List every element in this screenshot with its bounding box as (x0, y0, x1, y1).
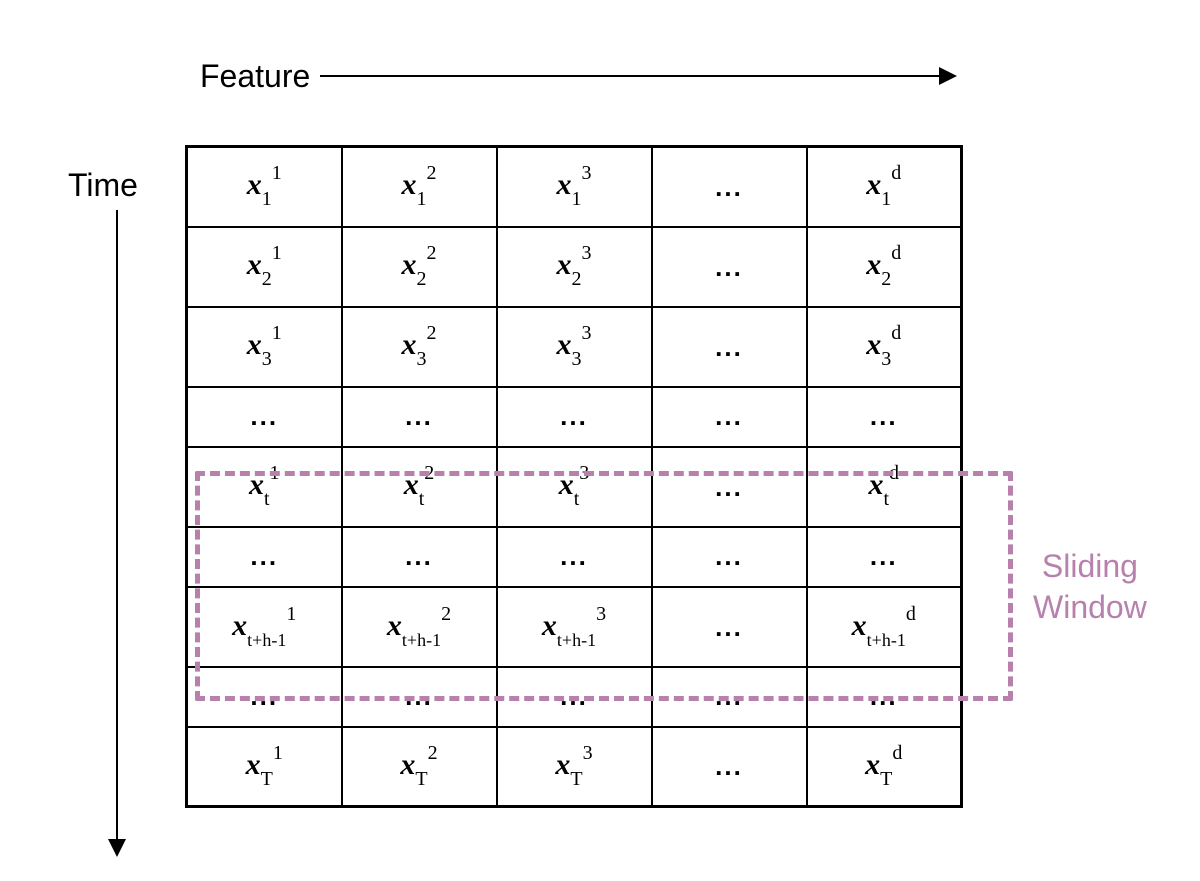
matrix-cell: x31 (187, 307, 342, 387)
matrix-cell: xT1 (187, 727, 342, 807)
matrix-cell: x1d (807, 147, 962, 227)
matrix-row: x11x12x13...x1d (187, 147, 962, 227)
matrix-cell: xt+h-12 (342, 587, 497, 667)
matrix-cell-dots: ... (807, 527, 962, 587)
matrix-row: xt1xt2xt3...xtd (187, 447, 962, 527)
matrix-cell: ... (652, 447, 807, 527)
matrix-cell: x33 (497, 307, 652, 387)
sliding-window-label-line1: Sliding (1042, 548, 1138, 584)
matrix-cell: ... (652, 727, 807, 807)
matrix-row: xT1xT2xT3...xTd (187, 727, 962, 807)
matrix-cell: x11 (187, 147, 342, 227)
matrix-cell: x13 (497, 147, 652, 227)
matrix-cell-dots: ... (342, 527, 497, 587)
time-axis-arrow (116, 210, 118, 855)
sliding-window-label: Sliding Window (1033, 546, 1147, 629)
matrix-cell: xt+h-11 (187, 587, 342, 667)
feature-axis-label: Feature (200, 58, 310, 95)
matrix-cell-dots: ... (497, 387, 652, 447)
matrix-cell-dots: ... (807, 667, 962, 727)
matrix-cell: x23 (497, 227, 652, 307)
matrix-cell-dots: ... (187, 527, 342, 587)
matrix-cell: xt1 (187, 447, 342, 527)
matrix-cell-dots: ... (652, 387, 807, 447)
data-matrix: x11x12x13...x1dx21x22x23...x2dx31x32x33.… (185, 145, 963, 808)
matrix-cell-dots: ... (187, 387, 342, 447)
matrix-row: x21x22x23...x2d (187, 227, 962, 307)
time-axis-label: Time (68, 167, 138, 204)
matrix-row: ............... (187, 387, 962, 447)
matrix-cell: x21 (187, 227, 342, 307)
matrix-row: ............... (187, 527, 962, 587)
matrix-cell: xt+h-13 (497, 587, 652, 667)
matrix-cell-dots: ... (652, 527, 807, 587)
matrix-cell-dots: ... (807, 387, 962, 447)
matrix-cell: xT2 (342, 727, 497, 807)
matrix-cell: xt2 (342, 447, 497, 527)
matrix-cell: ... (652, 307, 807, 387)
matrix-cell: x32 (342, 307, 497, 387)
matrix-cell: x22 (342, 227, 497, 307)
matrix-cell-dots: ... (497, 667, 652, 727)
matrix-cell-dots: ... (187, 667, 342, 727)
matrix-cell: xtd (807, 447, 962, 527)
matrix-cell: x3d (807, 307, 962, 387)
matrix-cell-dots: ... (652, 667, 807, 727)
matrix-cell: xt3 (497, 447, 652, 527)
matrix-cell: ... (652, 147, 807, 227)
matrix-cell-dots: ... (497, 527, 652, 587)
matrix-cell-dots: ... (342, 667, 497, 727)
matrix-cell-dots: ... (342, 387, 497, 447)
matrix-cell: xt+h-1d (807, 587, 962, 667)
matrix-row: ............... (187, 667, 962, 727)
matrix-cell: xT3 (497, 727, 652, 807)
matrix-cell: x12 (342, 147, 497, 227)
matrix-cell: ... (652, 587, 807, 667)
matrix-cell: xTd (807, 727, 962, 807)
sliding-window-label-line2: Window (1033, 589, 1147, 625)
matrix-row: x31x32x33...x3d (187, 307, 962, 387)
matrix-cell: ... (652, 227, 807, 307)
matrix-cell: x2d (807, 227, 962, 307)
matrix-row: xt+h-11xt+h-12xt+h-13...xt+h-1d (187, 587, 962, 667)
feature-axis-arrow (320, 75, 955, 77)
